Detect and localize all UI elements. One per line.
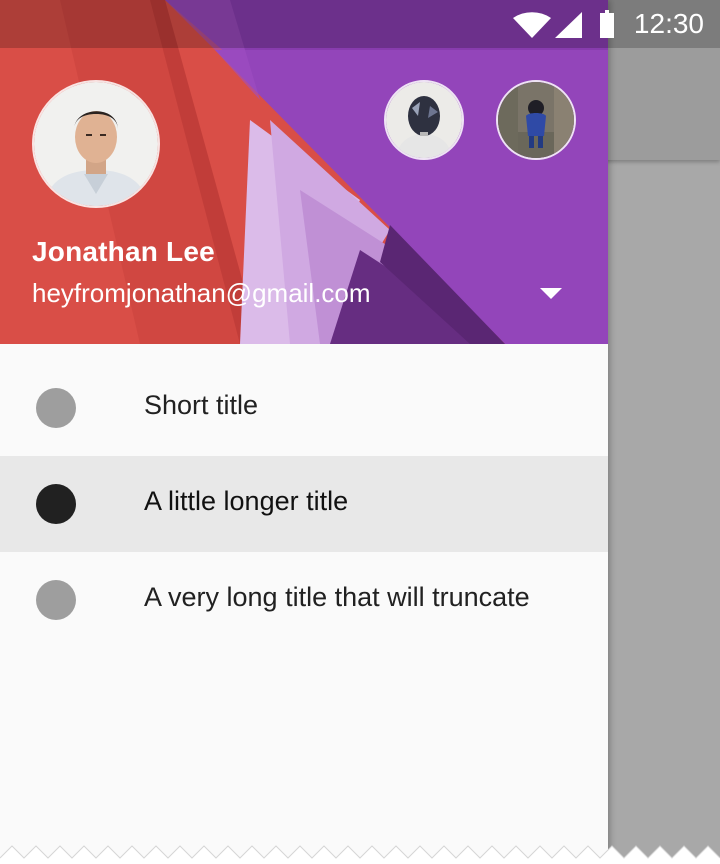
cell-signal-icon: [555, 12, 582, 38]
current-account-avatar[interactable]: [32, 80, 160, 208]
other-account-avatar-1[interactable]: [384, 80, 464, 160]
account-email: heyfromjonathan@gmail.com: [32, 278, 371, 308]
wifi-icon: [513, 12, 551, 38]
nav-item-label: Short title: [144, 390, 259, 420]
account-name: Jonathan Lee: [32, 236, 215, 267]
nav-item-very-long-title[interactable]: A very long title that will truncate: [0, 552, 608, 648]
placeholder-circle-icon: [36, 388, 76, 428]
navigation-drawer: Jonathan Lee heyfromjonathan@gmail.com S…: [0, 0, 608, 864]
drawer-nav-list: Short title A little longer title A very…: [0, 360, 608, 648]
drawer-header: Jonathan Lee heyfromjonathan@gmail.com: [0, 0, 608, 344]
status-time: 12:30: [633, 8, 704, 39]
nav-item-label: A very long title that will truncate: [144, 582, 530, 612]
battery-icon: [600, 10, 614, 38]
account-switcher-button[interactable]: [531, 278, 571, 310]
other-account-avatar-2[interactable]: [496, 80, 576, 160]
nav-item-short-title[interactable]: Short title: [0, 360, 608, 456]
nav-item-longer-title[interactable]: A little longer title: [0, 456, 608, 552]
placeholder-circle-icon: [36, 580, 76, 620]
arrow-drop-down-icon: [540, 288, 562, 299]
nav-item-label: A little longer title: [144, 486, 349, 516]
placeholder-circle-icon: [36, 484, 76, 524]
status-bar: 12:30: [0, 0, 720, 48]
torn-edge-decoration: [0, 845, 720, 864]
